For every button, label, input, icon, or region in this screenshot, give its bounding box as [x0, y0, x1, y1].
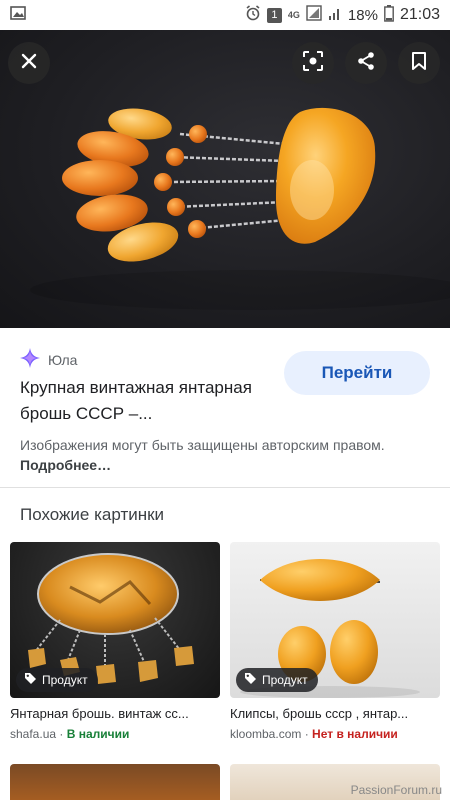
- meta-separator: ·: [301, 727, 313, 741]
- clock: 21:03: [399, 6, 440, 23]
- badge-label: Продукт: [42, 673, 88, 687]
- tag-icon: [244, 672, 257, 688]
- lens-search-button[interactable]: [292, 42, 334, 84]
- status-bar: 1 4G 18% 21:03: [0, 0, 450, 30]
- product-badge: Продукт: [236, 668, 318, 692]
- result-title[interactable]: Крупная винтажная янтарная брошь СССР –.…: [20, 375, 280, 427]
- similar-image-card[interactable]: Продукт Клипсы, брошь ссср , янтар... kl…: [230, 542, 440, 741]
- lens-icon: [302, 50, 324, 77]
- availability-status: В наличии: [66, 727, 130, 741]
- sparkle-logo-icon: [20, 348, 40, 371]
- site-name: shafa.ua: [10, 727, 57, 741]
- meta-separator: ·: [56, 727, 67, 741]
- learn-more-link[interactable]: Подробнее…: [20, 457, 111, 473]
- copyright-text: Изображения могут быть защищены авторски…: [20, 437, 385, 453]
- signal-outline-icon: [306, 5, 322, 25]
- battery-percent: 18%: [347, 6, 378, 24]
- share-button[interactable]: [345, 42, 387, 84]
- similar-image-meta: kloomba.com · Нет в наличии: [230, 727, 440, 741]
- network-type: 4G: [287, 9, 300, 20]
- similar-image-meta: shafa.ua · В наличии: [10, 727, 220, 741]
- battery-icon: [384, 4, 394, 26]
- similar-image-thumbnail[interactable]: [10, 764, 220, 800]
- similar-image-thumbnail[interactable]: Продукт: [10, 542, 220, 698]
- gallery-notification-icon: [10, 6, 26, 24]
- visit-button[interactable]: Перейти: [284, 351, 430, 395]
- alarm-icon: [245, 5, 261, 25]
- bookmark-icon: [411, 51, 427, 76]
- similar-images-heading: Похожие картинки: [20, 505, 165, 524]
- divider: [0, 487, 450, 488]
- signal-bars-icon: [328, 5, 342, 25]
- share-icon: [356, 51, 376, 76]
- copyright-notice: Изображения могут быть защищены авторски…: [20, 435, 400, 475]
- product-badge: Продукт: [16, 668, 98, 692]
- similar-image-thumbnail[interactable]: Продукт: [230, 542, 440, 698]
- save-button[interactable]: [398, 42, 440, 84]
- source-row[interactable]: Юла: [20, 348, 77, 371]
- close-icon: [20, 52, 38, 75]
- close-button[interactable]: [8, 42, 50, 84]
- similar-image-title[interactable]: Янтарная брошь. винтаж сс...: [10, 706, 220, 721]
- badge-label: Продукт: [262, 673, 308, 687]
- preview-image[interactable]: [0, 30, 450, 328]
- site-name: kloomba.com: [230, 727, 302, 741]
- sim-badge-icon: 1: [266, 7, 282, 23]
- availability-status: Нет в наличии: [312, 727, 398, 741]
- watermark: PassionForum.ru: [350, 783, 442, 797]
- similar-image-title[interactable]: Клипсы, брошь ссср , янтар...: [230, 706, 440, 721]
- similar-image-card[interactable]: Продукт Янтарная брошь. винтаж сс... sha…: [10, 542, 220, 741]
- tag-icon: [24, 672, 37, 688]
- result-info: Юла Крупная винтажная янтарная брошь ССС…: [0, 328, 450, 488]
- source-name: Юла: [48, 351, 78, 368]
